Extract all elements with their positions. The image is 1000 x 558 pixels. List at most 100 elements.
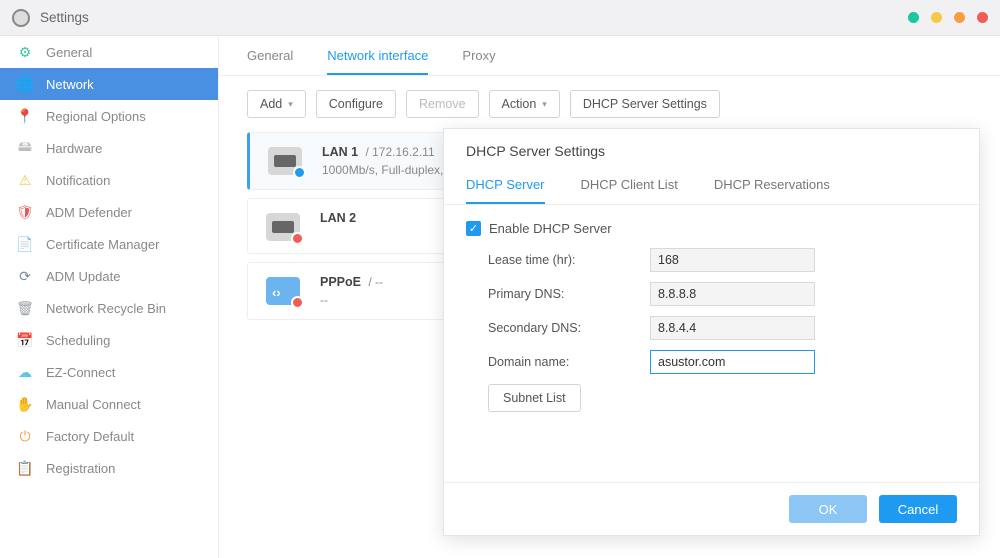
interface-info: LAN 2 <box>320 211 356 229</box>
add-button[interactable]: Add▾ <box>247 90 306 118</box>
sidebar-item-label: EZ-Connect <box>46 365 115 380</box>
sidebar-item-network-recycle-bin[interactable]: 🗑 Network Recycle Bin <box>0 292 218 324</box>
dialog-footer: OK Cancel <box>444 482 979 535</box>
tab-proxy[interactable]: Proxy <box>462 48 495 75</box>
subnet-list-button[interactable]: Subnet List <box>488 384 581 412</box>
configure-button[interactable]: Configure <box>316 90 396 118</box>
sidebar-item-label: Manual Connect <box>46 397 141 412</box>
titlebar: Settings <box>0 0 1000 36</box>
sidebar-icon: 📍 <box>16 107 34 125</box>
sidebar-item-network[interactable]: 🌐Network <box>0 68 218 100</box>
sidebar-item-adm-defender[interactable]: 🛡 ADM Defender <box>0 196 218 228</box>
window-dot-1[interactable] <box>908 12 919 23</box>
action-button[interactable]: Action ▾ <box>489 90 560 118</box>
secondary-dns-field: Secondary DNS: <box>488 316 957 340</box>
sidebar-item-label: Network Recycle Bin <box>46 301 166 316</box>
window-dot-2[interactable] <box>931 12 942 23</box>
primary-dns-field: Primary DNS: <box>488 282 957 306</box>
enable-dhcp-checkbox[interactable]: ✓ <box>466 221 481 236</box>
sidebar-item-notification[interactable]: ⚠ Notification <box>0 164 218 196</box>
window-dot-4[interactable] <box>977 12 988 23</box>
dialog-tab-dhcp-reservations[interactable]: DHCP Reservations <box>714 167 830 204</box>
dialog-title: DHCP Server Settings <box>444 129 979 167</box>
sidebar-icon: ✋ <box>16 395 34 413</box>
sidebar-item-regional-options[interactable]: 📍 Regional Options <box>0 100 218 132</box>
primary-dns-input[interactable] <box>650 282 815 306</box>
sidebar-item-label: ADM Update <box>46 269 120 284</box>
sidebar-icon: ⏻ <box>16 427 34 445</box>
sidebar-icon: 🛡 <box>16 203 34 221</box>
sidebar-icon: 📋 <box>16 459 34 477</box>
sidebar: ⚙ General 🌐Network 📍 Regional Options 🖴Hardwa… <box>0 36 219 558</box>
dialog-tab-dhcp-client-list[interactable]: DHCP Client List <box>581 167 678 204</box>
settings-gear-icon <box>12 9 30 27</box>
port-icon <box>268 147 302 175</box>
interface-ip: / -- <box>365 275 383 289</box>
sidebar-item-manual-connect[interactable]: ✋ Manual Connect <box>0 388 218 420</box>
sidebar-item-label: Certificate Manager <box>46 237 159 252</box>
sidebar-icon: 📄 <box>16 235 34 253</box>
remove-button[interactable]: Remove <box>406 90 479 118</box>
window-title: Settings <box>40 10 89 25</box>
dialog-body: ✓ Enable DHCP Server Lease time (hr): Pr… <box>444 205 979 428</box>
sidebar-icon: 🗑 <box>16 299 34 317</box>
tab-general[interactable]: General <box>247 48 293 75</box>
enable-dhcp-label: Enable DHCP Server <box>489 221 612 236</box>
domain-name-input[interactable] <box>650 350 815 374</box>
chevron-down-icon: ▾ <box>542 99 547 110</box>
sidebar-item-label: Hardware <box>46 141 102 156</box>
interface-ip: / 172.16.2.11 <box>362 145 435 159</box>
sidebar-item-scheduling[interactable]: 📅 Scheduling <box>0 324 218 356</box>
window-controls <box>908 12 988 23</box>
interface-name: LAN 2 <box>320 211 356 225</box>
primary-dns-label: Primary DNS: <box>488 287 650 301</box>
sidebar-icon: ⟳ <box>16 267 34 285</box>
sidebar-icon: 📅 <box>16 331 34 349</box>
interface-info: LAN 1 / 172.16.2.111000Mb/s, Full-duplex… <box>322 145 443 177</box>
sidebar-item-adm-update[interactable]: ⟳ ADM Update <box>0 260 218 292</box>
sidebar-item-general[interactable]: ⚙ General <box>0 36 218 68</box>
cancel-button[interactable]: Cancel <box>879 495 957 523</box>
sidebar-icon: ⚠ <box>16 171 34 189</box>
action-label: Action <box>502 97 537 111</box>
enable-dhcp-row[interactable]: ✓ Enable DHCP Server <box>466 221 957 236</box>
status-badge <box>291 232 304 245</box>
sidebar-icon: ☁ <box>16 363 34 381</box>
dhcp-server-settings-button[interactable]: DHCP Server Settings <box>570 90 720 118</box>
dialog-tabs: DHCP Server DHCP Client List DHCP Reserv… <box>444 167 979 205</box>
interface-sub: -- <box>320 293 383 307</box>
sidebar-item-certificate-manager[interactable]: 📄 Certificate Manager <box>0 228 218 260</box>
interface-sub: 1000Mb/s, Full-duplex, <box>322 163 443 177</box>
sidebar-item-label: Notification <box>46 173 110 188</box>
tab-network-interface[interactable]: Network interface <box>327 48 428 75</box>
sidebar-icon: ⚙ <box>16 43 34 61</box>
toolbar: Add▾ Configure Remove Action ▾ DHCP Serve… <box>219 76 1000 132</box>
dialog-tab-dhcp-server[interactable]: DHCP Server <box>466 167 545 204</box>
secondary-dns-input[interactable] <box>650 316 815 340</box>
status-badge <box>293 166 306 179</box>
sidebar-item-ez-connect[interactable]: ☁ EZ-Connect <box>0 356 218 388</box>
chevron-down-icon: ▾ <box>288 99 293 110</box>
sidebar-item-label: ADM Defender <box>46 205 132 220</box>
interface-info: PPPoE / -- -- <box>320 275 383 307</box>
sidebar-item-label: General <box>46 45 92 60</box>
dhcp-settings-dialog: DHCP Server Settings DHCP Server DHCP Cl… <box>443 128 980 536</box>
sidebar-item-hardware[interactable]: 🖴Hardware <box>0 132 218 164</box>
sidebar-icon: 🌐 <box>16 75 34 93</box>
lease-time-field: Lease time (hr): <box>488 248 957 272</box>
main-tabs: General Network interface Proxy <box>219 36 1000 76</box>
sidebar-item-label: Factory Default <box>46 429 134 444</box>
sidebar-item-label: Regional Options <box>46 109 146 124</box>
sidebar-item-registration[interactable]: 📋Registration <box>0 452 218 484</box>
port-icon <box>266 213 300 241</box>
interface-name: PPPoE <box>320 275 361 289</box>
sidebar-item-label: Scheduling <box>46 333 110 348</box>
ok-button[interactable]: OK <box>789 495 867 523</box>
lease-time-input[interactable] <box>650 248 815 272</box>
secondary-dns-label: Secondary DNS: <box>488 321 650 335</box>
window-dot-3[interactable] <box>954 12 965 23</box>
status-badge <box>291 296 304 309</box>
sidebar-item-factory-default[interactable]: ⏻ Factory Default <box>0 420 218 452</box>
domain-name-field: Domain name: <box>488 350 957 374</box>
port-icon <box>266 277 300 305</box>
